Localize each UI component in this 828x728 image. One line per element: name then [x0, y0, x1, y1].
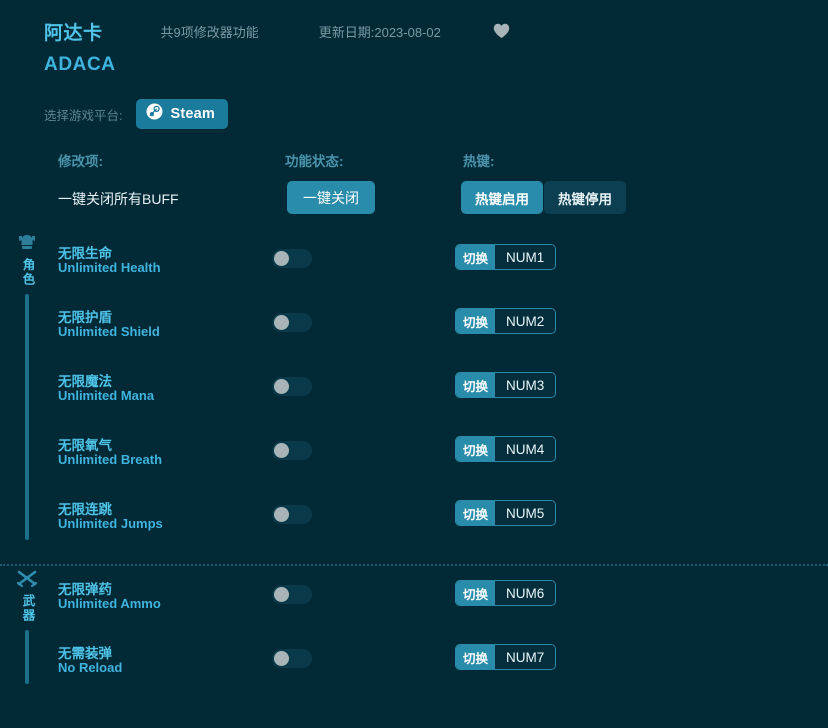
- cheat-name-en: Unlimited Shield: [58, 324, 160, 339]
- toggle-knob: [274, 315, 289, 330]
- section-weapon: 武器无限弹药Unlimited Ammo切换NUM6无需装弹No Reload切…: [0, 566, 828, 708]
- platform-button-label: Steam: [170, 106, 215, 122]
- cheat-toggle[interactable]: [272, 249, 312, 268]
- column-header-state: 功能状态:: [285, 150, 344, 170]
- global-action-row: 一键关闭所有BUFF 一键关闭 热键启用 热键停用: [0, 178, 828, 230]
- hotkey-action-label: 切换: [456, 373, 495, 397]
- hotkey-disable-button[interactable]: 热键停用: [544, 181, 626, 214]
- hotkey-badge[interactable]: 切换NUM6: [455, 580, 556, 606]
- platform-selector-row: 选择游戏平台: Steam: [0, 92, 828, 136]
- close-all-buffs-label: 一键关闭所有BUFF: [58, 189, 179, 209]
- hotkey-action-label: 切换: [456, 437, 495, 461]
- cheat-name-cn: 无限氧气: [58, 434, 112, 454]
- hotkey-key-label: NUM2: [495, 309, 555, 333]
- steam-icon: [146, 103, 163, 125]
- game-title-en: ADACA: [44, 54, 828, 76]
- cheat-name-en: Unlimited Health: [58, 260, 161, 275]
- hotkey-key-label: NUM1: [495, 245, 555, 269]
- cheat-name-cn: 无需装弹: [58, 642, 112, 662]
- cheat-row: 无限氧气Unlimited Breath 切换NUM4: [0, 422, 828, 486]
- app-header: 阿达卡 共9项修改器功能 更新日期:2023-08-02 ADACA: [0, 0, 828, 92]
- cheat-name-en: No Reload: [58, 660, 122, 675]
- section-character: 角色无限生命Unlimited Health切换NUM1无限护盾Unlimite…: [0, 230, 828, 564]
- hotkey-action-label: 切换: [456, 645, 495, 669]
- toggle-knob: [274, 507, 289, 522]
- column-header-mod: 修改项:: [58, 150, 103, 170]
- cheat-name-cn: 无限护盾: [58, 306, 112, 326]
- hotkey-key-label: NUM5: [495, 501, 555, 525]
- toggle-knob: [274, 651, 289, 666]
- cheat-row: 无需装弹No Reload 切换NUM7: [0, 630, 828, 694]
- cheat-row: 无限魔法Unlimited Mana 切换NUM3: [0, 358, 828, 422]
- hotkey-key-label: NUM4: [495, 437, 555, 461]
- toggle-knob: [274, 587, 289, 602]
- heart-icon[interactable]: [493, 22, 511, 40]
- cheat-name-cn: 无限连跳: [58, 498, 112, 518]
- cheat-name-cn: 无限生命: [58, 242, 112, 262]
- cheat-name-en: Unlimited Ammo: [58, 596, 161, 611]
- cheat-toggle[interactable]: [272, 585, 312, 604]
- hotkey-badge[interactable]: 切换NUM4: [455, 436, 556, 462]
- hotkey-action-label: 切换: [456, 245, 495, 269]
- hotkey-action-label: 切换: [456, 309, 495, 333]
- header-top-row: 阿达卡 共9项修改器功能 更新日期:2023-08-02: [44, 18, 828, 44]
- cheat-row: 无限生命Unlimited Health 切换NUM1: [0, 230, 828, 294]
- cheat-row: 无限连跳Unlimited Jumps 切换NUM5: [0, 486, 828, 550]
- toggle-knob: [274, 379, 289, 394]
- hotkey-key-label: NUM6: [495, 581, 555, 605]
- hotkey-badge[interactable]: 切换NUM2: [455, 308, 556, 334]
- platform-button-steam[interactable]: Steam: [136, 99, 228, 129]
- hotkey-enable-button[interactable]: 热键启用: [461, 181, 543, 214]
- cheat-toggle[interactable]: [272, 377, 312, 396]
- cheat-toggle[interactable]: [272, 649, 312, 668]
- hotkey-badge[interactable]: 切换NUM5: [455, 500, 556, 526]
- cheat-name-en: Unlimited Mana: [58, 388, 154, 403]
- feature-count-label: 共9项修改器功能: [161, 22, 259, 41]
- game-title-cn: 阿达卡: [44, 18, 103, 45]
- hotkey-key-label: NUM7: [495, 645, 555, 669]
- hotkey-badge[interactable]: 切换NUM7: [455, 644, 556, 670]
- hotkey-key-label: NUM3: [495, 373, 555, 397]
- column-headers: 修改项: 功能状态: 热键:: [0, 144, 828, 178]
- cheat-toggle[interactable]: [272, 313, 312, 332]
- cheat-row: 无限弹药Unlimited Ammo 切换NUM6: [0, 566, 828, 630]
- cheat-name-cn: 无限弹药: [58, 578, 112, 598]
- hotkey-badge[interactable]: 切换NUM1: [455, 244, 556, 270]
- cheat-row: 无限护盾Unlimited Shield 切换NUM2: [0, 294, 828, 358]
- cheat-name-en: Unlimited Breath: [58, 452, 162, 467]
- platform-label: 选择游戏平台:: [44, 105, 122, 124]
- toggle-knob: [274, 251, 289, 266]
- hotkey-action-label: 切换: [456, 581, 495, 605]
- section-rows: 无限生命Unlimited Health切换NUM1无限护盾Unlimited …: [0, 230, 828, 550]
- toggle-knob: [274, 443, 289, 458]
- close-all-button[interactable]: 一键关闭: [287, 181, 375, 214]
- update-date-label: 更新日期:2023-08-02: [319, 22, 441, 41]
- cheat-name-en: Unlimited Jumps: [58, 516, 163, 531]
- hotkey-badge[interactable]: 切换NUM3: [455, 372, 556, 398]
- cheat-sections: 角色无限生命Unlimited Health切换NUM1无限护盾Unlimite…: [0, 230, 828, 708]
- cheat-name-cn: 无限魔法: [58, 370, 112, 390]
- section-rows: 无限弹药Unlimited Ammo切换NUM6无需装弹No Reload切换N…: [0, 566, 828, 694]
- cheat-toggle[interactable]: [272, 505, 312, 524]
- column-header-hotkey: 热键:: [463, 150, 495, 170]
- cheat-toggle[interactable]: [272, 441, 312, 460]
- hotkey-action-label: 切换: [456, 501, 495, 525]
